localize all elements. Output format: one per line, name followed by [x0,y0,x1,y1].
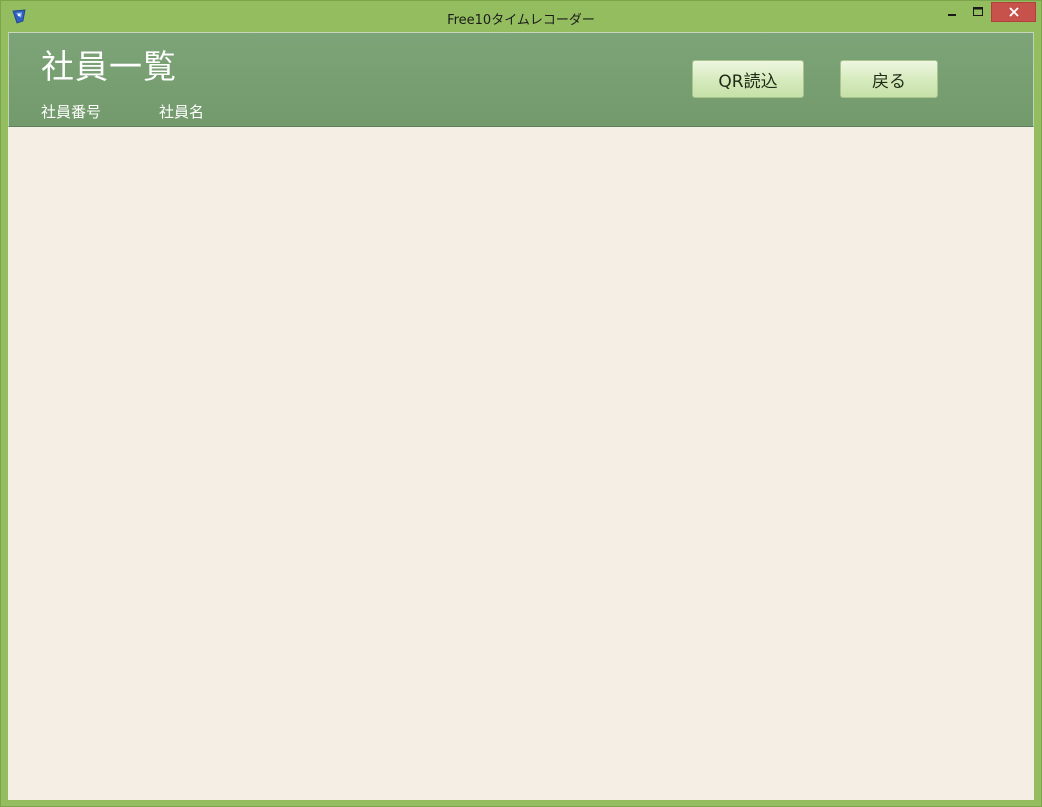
column-header-employee-name: 社員名 [159,103,205,121]
page-title: 社員一覧 [41,47,177,86]
qr-read-button[interactable]: QR読込 [692,60,804,98]
employee-list-screen: 社員一覧 社員番号 社員名 QR読込 戻る [8,32,1034,800]
window-title: Free10タイムレコーダー [447,13,595,28]
page-header: 社員一覧 社員番号 社員名 QR読込 戻る [8,33,1034,127]
employee-list[interactable] [8,127,1034,800]
minimize-button[interactable] [939,2,965,22]
app-window: Free10タイムレコーダー 社員一覧 社員番号 社員名 QR読込 戻る [0,0,1042,807]
back-button[interactable]: 戻る [840,60,938,98]
column-header-employee-number: 社員番号 [41,103,102,121]
maximize-button[interactable] [965,2,991,22]
close-button[interactable] [991,2,1036,22]
minimize-icon [948,14,956,16]
close-icon [1009,7,1018,17]
maximize-icon [973,7,983,16]
title-bar[interactable]: Free10タイムレコーダー [1,1,1041,32]
